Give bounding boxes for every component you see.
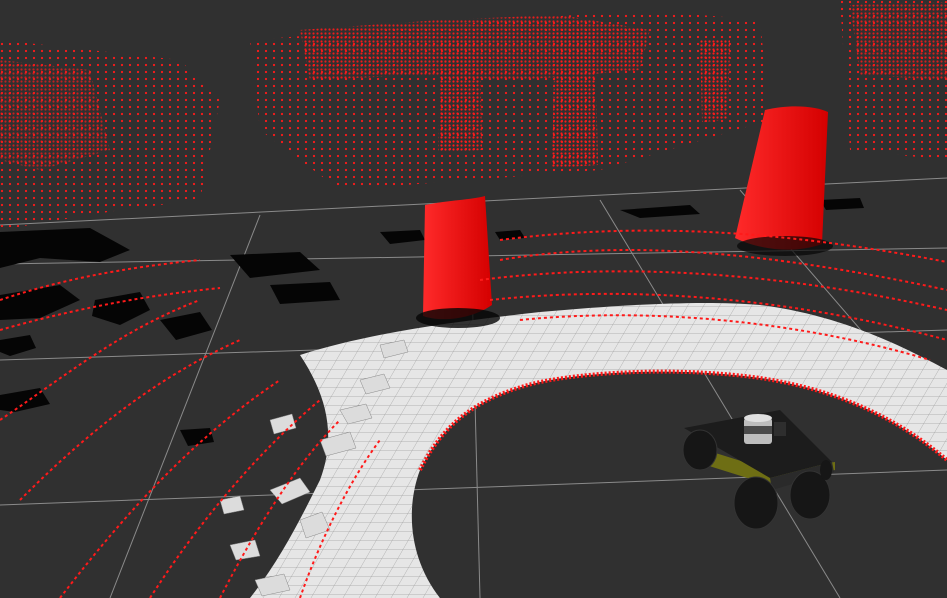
pillar-front-right-base bbox=[737, 236, 833, 256]
robot-model[interactable] bbox=[682, 410, 835, 530]
rviz-3d-viewport[interactable] bbox=[0, 0, 947, 598]
pillar-front-center bbox=[423, 196, 492, 320]
free-space-map bbox=[250, 302, 947, 598]
pillar-back-right bbox=[700, 40, 730, 122]
robot-wheel bbox=[820, 460, 832, 480]
robot-wheel bbox=[682, 429, 718, 471]
pillar-back-center bbox=[552, 30, 598, 168]
pillar-front-right bbox=[735, 106, 828, 250]
pillar-front-center-base bbox=[416, 308, 500, 328]
robot-wheel bbox=[733, 476, 779, 530]
pillar-back-left bbox=[438, 40, 482, 152]
